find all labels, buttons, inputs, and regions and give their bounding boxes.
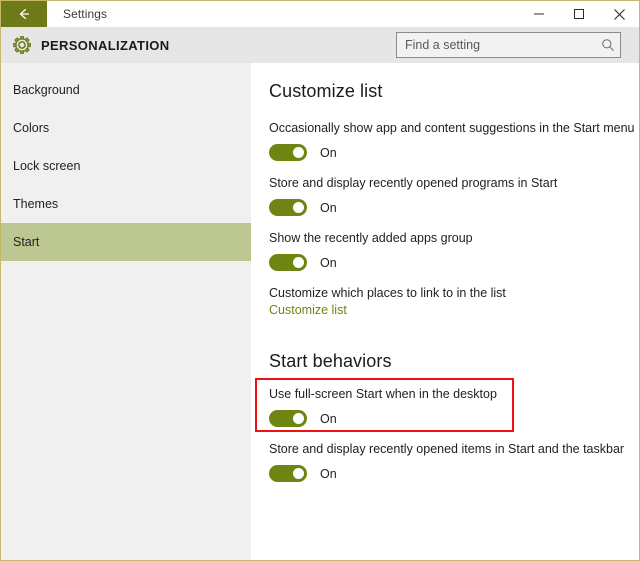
toggle-recently-opened-programs[interactable] bbox=[269, 199, 307, 216]
back-button[interactable] bbox=[1, 1, 47, 27]
toggle-row: On bbox=[269, 199, 615, 216]
toggle-row: On bbox=[269, 465, 615, 482]
maximize-button[interactable] bbox=[559, 1, 599, 27]
sidebar-item-label: Lock screen bbox=[13, 159, 81, 173]
toggle-state-label: On bbox=[320, 411, 337, 426]
sidebar-item-label: Themes bbox=[13, 197, 59, 211]
toggle-state-label: On bbox=[320, 200, 337, 215]
sidebar-item-themes[interactable]: Themes bbox=[1, 185, 251, 223]
toggle-knob bbox=[293, 257, 304, 268]
setting-customize-places-link: Customize which places to link to in the… bbox=[269, 285, 615, 319]
toggle-knob bbox=[293, 202, 304, 213]
toggle-full-screen-start[interactable] bbox=[269, 410, 307, 427]
gear-icon bbox=[11, 34, 33, 56]
sidebar-item-lock-screen[interactable]: Lock screen bbox=[1, 147, 251, 185]
page-header: PERSONALIZATION bbox=[1, 27, 639, 63]
setting-label: Store and display recently opened items … bbox=[269, 442, 625, 456]
search-box[interactable] bbox=[396, 32, 621, 58]
page-title: PERSONALIZATION bbox=[41, 37, 170, 53]
toggle-knob bbox=[293, 413, 304, 424]
settings-window: Settings PERSONALIZATION Find a setting … bbox=[0, 0, 640, 561]
sidebar: Background Colors Lock screen Themes Sta… bbox=[1, 63, 251, 560]
content-pane: Customize list Occasionally show app and… bbox=[251, 63, 639, 560]
sidebar-item-colors[interactable]: Colors bbox=[1, 109, 251, 147]
sidebar-item-label: Background bbox=[13, 83, 80, 97]
search-icon[interactable] bbox=[596, 33, 620, 57]
customize-places-label: Customize which places to link to in the… bbox=[269, 286, 506, 300]
setting-full-screen-start: Use full-screen Start when in the deskto… bbox=[269, 386, 615, 427]
customize-list-link[interactable]: Customize list bbox=[269, 303, 347, 317]
setting-label: Show the recently added apps group bbox=[269, 231, 473, 245]
setting-recently-opened-items: Store and display recently opened items … bbox=[269, 441, 625, 482]
toggle-recently-opened-items[interactable] bbox=[269, 465, 307, 482]
toggle-state-label: On bbox=[320, 255, 337, 270]
window-controls bbox=[519, 1, 639, 27]
toggle-knob bbox=[293, 147, 304, 158]
search-input[interactable] bbox=[397, 33, 596, 57]
setting-label: Use full-screen Start when in the deskto… bbox=[269, 387, 497, 401]
minimize-icon bbox=[533, 8, 545, 20]
back-arrow-icon bbox=[16, 6, 32, 22]
toggle-recently-added-apps[interactable] bbox=[269, 254, 307, 271]
setting-label: Occasionally show app and content sugges… bbox=[269, 121, 635, 135]
sidebar-item-label: Start bbox=[13, 235, 40, 249]
title-bar: Settings bbox=[1, 1, 639, 27]
sidebar-item-label: Colors bbox=[13, 121, 50, 135]
section-heading-start-behaviors: Start behaviors bbox=[269, 351, 392, 371]
sidebar-item-start[interactable]: Start bbox=[1, 223, 251, 261]
section-heading-customize-list: Customize list bbox=[269, 81, 383, 101]
minimize-button[interactable] bbox=[519, 1, 559, 27]
toggle-row: On bbox=[269, 410, 615, 427]
maximize-icon bbox=[573, 8, 585, 20]
setting-recently-added-apps: Show the recently added apps group On bbox=[269, 230, 615, 271]
sidebar-item-background[interactable]: Background bbox=[1, 71, 251, 109]
setting-recently-opened-programs: Store and display recently opened progra… bbox=[269, 175, 615, 216]
toggle-app-content-suggestions[interactable] bbox=[269, 144, 307, 161]
close-icon bbox=[613, 8, 626, 21]
toggle-state-label: On bbox=[320, 466, 337, 481]
setting-label: Store and display recently opened progra… bbox=[269, 176, 558, 190]
close-button[interactable] bbox=[599, 1, 639, 27]
toggle-state-label: On bbox=[320, 145, 337, 160]
body-area: Background Colors Lock screen Themes Sta… bbox=[1, 63, 639, 560]
toggle-row: On bbox=[269, 254, 615, 271]
toggle-knob bbox=[293, 468, 304, 479]
toggle-row: On bbox=[269, 144, 615, 161]
setting-app-content-suggestions: Occasionally show app and content sugges… bbox=[269, 120, 635, 161]
window-title: Settings bbox=[63, 7, 108, 21]
